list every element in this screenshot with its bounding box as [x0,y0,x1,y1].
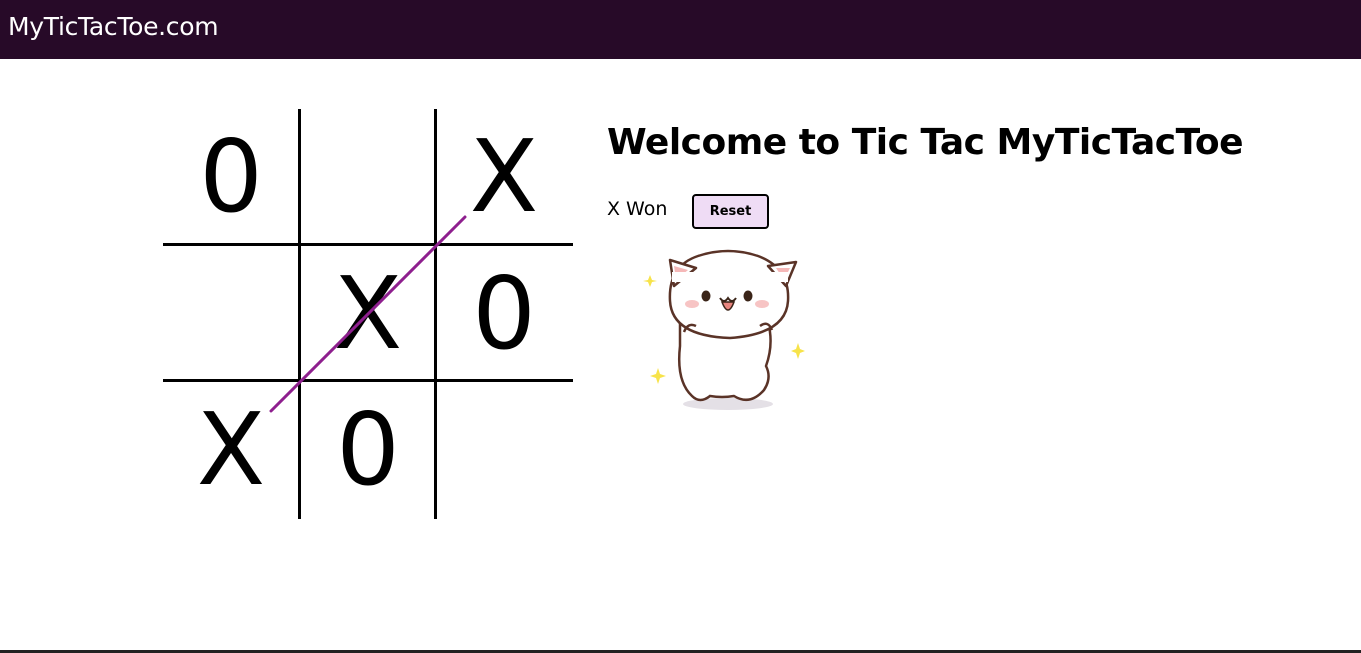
board-cell-6[interactable]: 0 [436,246,572,382]
board-cell-1[interactable]: 0 [163,109,299,245]
reset-button[interactable]: Reset [692,194,769,229]
brand-link[interactable]: MyTicTacToe.com [8,12,219,42]
board-cell-8[interactable]: 0 [300,382,436,518]
game-status: X Won [607,198,668,220]
grid-line-horizontal-1 [163,243,573,246]
board-cell-9[interactable] [436,382,572,518]
board-cell-5[interactable]: X [300,246,436,382]
page-title: Welcome to Tic Tac MyTicTacToe [607,122,1244,163]
grid-line-horizontal-2 [163,379,573,382]
grid-line-vertical-2 [434,109,437,519]
game-board: 0 X X 0 X 0 [163,109,573,519]
board-cell-2[interactable] [300,109,436,245]
board-cell-7[interactable]: X [163,382,299,518]
board-cell-3[interactable]: X [436,109,572,245]
grid-line-vertical-1 [298,109,301,519]
board-cell-4[interactable] [163,246,299,382]
info-panel: Welcome to Tic Tac MyTicTacToe [607,122,1244,163]
top-navbar: MyTicTacToe.com [0,0,1361,59]
happy-cat-sticker-icon [643,249,805,410]
